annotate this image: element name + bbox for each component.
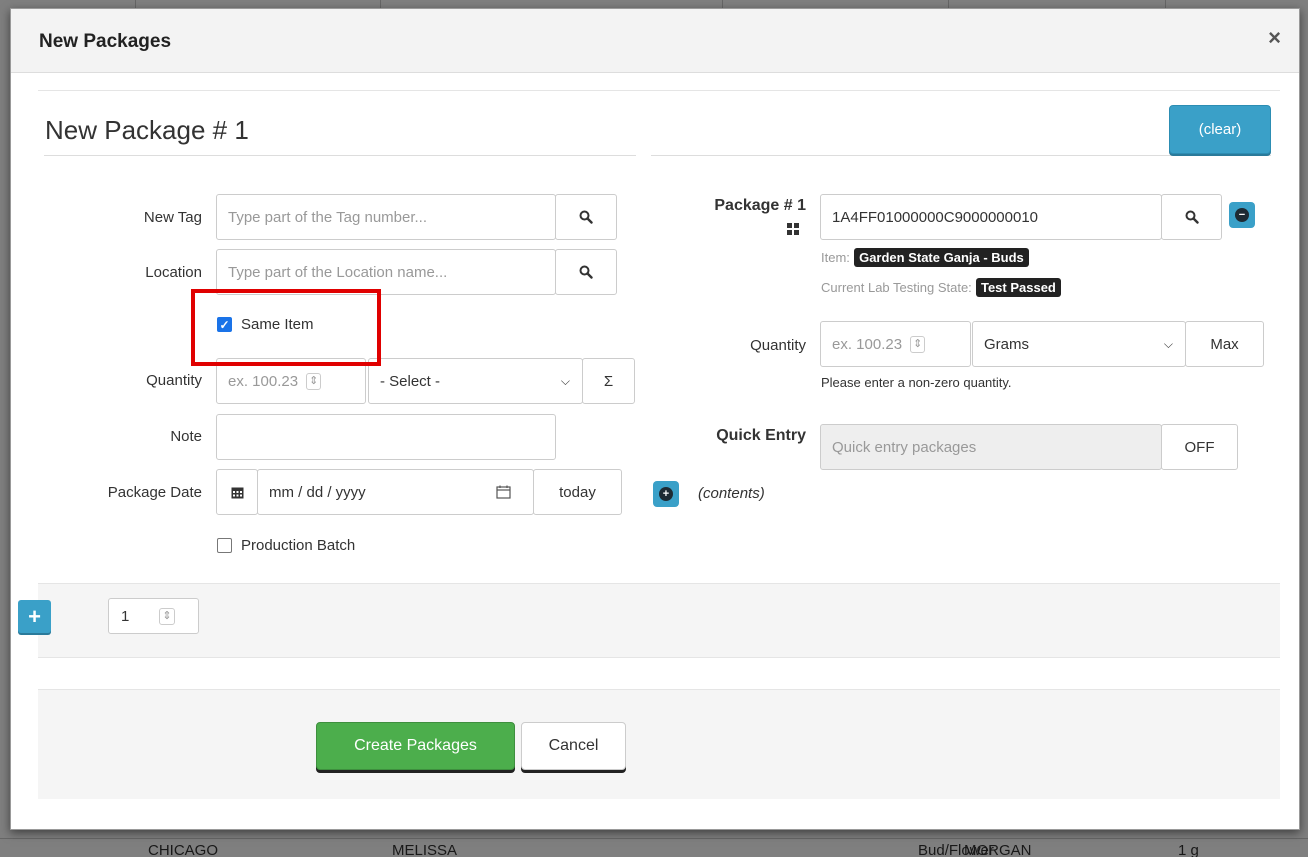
quick-entry-input[interactable]: Quick entry packages [820, 424, 1162, 470]
package-title: New Package # 1 [45, 115, 249, 145]
calendar-addon [216, 469, 258, 515]
plus-icon: + [28, 603, 41, 629]
new-tag-search-button[interactable] [555, 194, 617, 240]
grid-icon[interactable] [787, 223, 799, 235]
date-picker-icon[interactable] [496, 485, 511, 499]
package-number-label: Package # 1 [714, 197, 806, 214]
create-packages-button[interactable]: Create Packages [316, 722, 515, 770]
package-tag-input[interactable]: 1A4FF01000000C9000000010 [820, 194, 1162, 240]
search-icon [579, 265, 593, 279]
today-button[interactable]: today [533, 469, 622, 515]
modal-actions [38, 689, 1280, 799]
chevron-down-icon: ⌵ [560, 373, 570, 388]
quick-entry-toggle[interactable]: OFF [1161, 424, 1238, 470]
location-label: Location [145, 264, 202, 281]
production-batch-label: Production Batch [241, 537, 356, 554]
production-batch-checkbox[interactable]: Production Batch [217, 537, 355, 554]
contents-label: (contents) [698, 485, 765, 502]
quantity-placeholder: ex. 100.23 [228, 372, 299, 390]
unit-select[interactable]: - Select - ⌵ [368, 358, 583, 404]
add-package-button[interactable]: + [18, 600, 51, 633]
package-count-value: 1 [121, 607, 130, 625]
calendar-icon [231, 487, 243, 498]
close-icon[interactable]: × [1268, 25, 1281, 51]
remove-package-button[interactable]: − [1229, 202, 1255, 228]
checkbox-unchecked-icon [217, 538, 232, 553]
new-tag-input[interactable]: Type part of the Tag number... [216, 194, 556, 240]
right-unit-select-value: Grams [984, 335, 1029, 353]
quantity-hint: Please enter a non-zero quantity. [821, 375, 1012, 390]
highlight-annotation [191, 289, 381, 366]
minus-circle-icon: − [1235, 208, 1249, 222]
package-count-input[interactable]: 1 ⇕ [108, 598, 199, 634]
divider [651, 155, 1271, 156]
lab-state-badge: Test Passed [975, 278, 1061, 297]
add-contents-button[interactable]: + [653, 481, 679, 507]
lab-state-info: Current Lab Testing State: Test Passed [821, 278, 1061, 297]
spinner-icon[interactable]: ⇕ [306, 372, 322, 390]
package-date-input[interactable]: mm / dd / yyyy [257, 469, 534, 515]
spinner-icon[interactable]: ⇕ [910, 335, 926, 353]
unit-select-value: - Select - [380, 372, 441, 390]
add-package-strip [38, 583, 1280, 658]
new-tag-label: New Tag [143, 209, 202, 226]
divider [44, 155, 636, 156]
lab-state-label: Current Lab Testing State: [821, 280, 972, 295]
sum-button[interactable]: Σ [582, 358, 635, 404]
location-search-button[interactable] [555, 249, 617, 295]
right-quantity-label: Quantity [750, 337, 806, 354]
search-icon [1185, 210, 1199, 224]
sigma-icon: Σ [603, 372, 614, 390]
note-input[interactable] [216, 414, 556, 460]
right-unit-select[interactable]: Grams ⌵ [972, 321, 1186, 367]
cancel-button[interactable]: Cancel [521, 722, 626, 770]
package-search-button[interactable] [1161, 194, 1222, 240]
chevron-down-icon: ⌵ [1163, 336, 1173, 351]
item-label: Item: [821, 250, 850, 265]
quick-entry-label: Quick Entry [716, 427, 806, 444]
modal-header: New Packages × [11, 9, 1299, 73]
quantity-label: Quantity [146, 372, 202, 389]
spinner-icon[interactable]: ⇕ [159, 607, 175, 625]
search-icon [579, 210, 593, 224]
item-badge: Garden State Ganja - Buds [854, 248, 1029, 267]
max-button[interactable]: Max [1185, 321, 1264, 367]
package-date-label: Package Date [107, 484, 202, 501]
plus-circle-icon: + [659, 487, 673, 501]
package-date-placeholder: mm / dd / yyyy [269, 483, 366, 501]
item-info: Item: Garden State Ganja - Buds [821, 248, 1029, 267]
right-quantity-input[interactable]: ex. 100.23 ⇕ [820, 321, 971, 367]
clear-button[interactable]: (clear) [1169, 105, 1271, 154]
note-label: Note [170, 428, 202, 445]
modal-title: New Packages [39, 31, 172, 52]
right-quantity-placeholder: ex. 100.23 [832, 335, 903, 353]
